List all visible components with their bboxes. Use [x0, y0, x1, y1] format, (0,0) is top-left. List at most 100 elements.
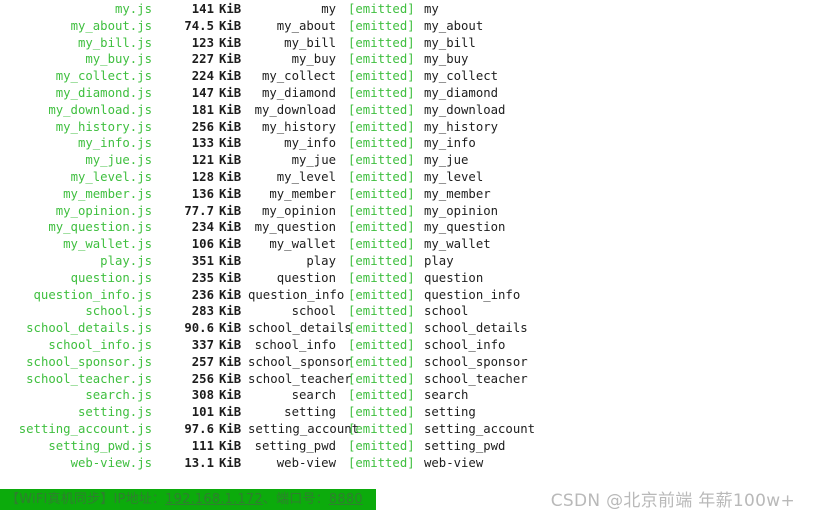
asset-file-name: school_details.js	[26, 321, 152, 336]
asset-emitted-flag: [emitted]	[348, 220, 415, 235]
asset-emitted-flag: [emitted]	[348, 203, 415, 218]
asset-emitted-flag: [emitted]	[348, 169, 415, 184]
asset-emitted-flag: [emitted]	[348, 354, 415, 369]
asset-file-name: web-view.js	[70, 455, 152, 470]
asset-chunk-names: setting	[424, 405, 476, 420]
status-bar-separator: 、端口号：	[262, 492, 329, 507]
asset-size-value: 227	[191, 52, 214, 67]
asset-file-name: question.js	[70, 270, 152, 285]
asset-size-unit: KiB	[219, 304, 242, 319]
asset-emitted-flag: [emitted]	[348, 136, 415, 151]
asset-emitted-flag: [emitted]	[348, 321, 415, 336]
asset-size-unit: KiB	[219, 203, 242, 218]
asset-row: my_member.js 136 KiB my_member [emitted] my_m…	[0, 186, 813, 203]
asset-file-name: my_diamond.js	[55, 85, 152, 100]
asset-row: my_jue.js 121 KiB my_jue [emitted] my_jue	[0, 152, 813, 169]
asset-row: school_sponsor.js 257 KiB school_sponsor[em…	[0, 354, 813, 371]
asset-file-name: school_sponsor.js	[26, 354, 152, 369]
asset-chunk-id: my_about	[276, 18, 336, 33]
asset-chunk-id: web-view	[276, 455, 336, 470]
asset-chunk-names: my_member	[424, 186, 491, 201]
asset-chunk-names: my_jue	[424, 153, 469, 168]
asset-size-value: 111	[191, 438, 214, 453]
asset-chunk-names: my_bill	[424, 35, 476, 50]
asset-size-value: 256	[191, 119, 214, 134]
asset-emitted-flag: [emitted]	[348, 455, 415, 470]
asset-size-unit: KiB	[219, 371, 242, 386]
asset-row: my_info.js 133 KiB my_info [emitted] my_info	[0, 135, 813, 152]
asset-row: school.js 283 KiB school [emitted] school	[0, 303, 813, 320]
asset-chunk-names: play	[424, 253, 454, 268]
asset-file-name: my_member.js	[63, 186, 152, 201]
asset-chunk-id: my_buy	[291, 52, 336, 67]
asset-emitted-flag: [emitted]	[348, 287, 415, 302]
asset-emitted-flag: [emitted]	[348, 85, 415, 100]
asset-row: question_info.js 236 KiB question_info [emit…	[0, 287, 813, 304]
asset-file-name: school_info.js	[48, 337, 152, 352]
asset-row: my_buy.js 227 KiB my_buy [emitted] my_buy	[0, 51, 813, 68]
asset-size-unit: KiB	[219, 253, 242, 268]
asset-chunk-id: school_details	[248, 321, 352, 336]
asset-chunk-names: my_question	[424, 220, 506, 235]
asset-size-unit: KiB	[219, 287, 242, 302]
asset-chunk-id: school_teacher	[248, 371, 352, 386]
asset-size-value: 283	[191, 304, 214, 319]
asset-file-name: setting.js	[77, 405, 152, 420]
asset-chunk-names: setting_account	[424, 421, 536, 436]
asset-row: my_level.js 128 KiB my_level [emitted] my_lev…	[0, 169, 813, 186]
asset-chunk-id: my_level	[276, 169, 336, 184]
asset-size-unit: KiB	[219, 119, 242, 134]
asset-emitted-flag: [emitted]	[348, 186, 415, 201]
asset-emitted-flag: [emitted]	[348, 405, 415, 420]
asset-size-value: 77.7	[184, 203, 214, 218]
asset-emitted-flag: [emitted]	[348, 270, 415, 285]
asset-row: setting_account.js 97.6 KiB setting_account…	[0, 421, 813, 438]
asset-chunk-names: my_download	[424, 102, 506, 117]
asset-size-unit: KiB	[219, 438, 242, 453]
asset-emitted-flag: [emitted]	[348, 69, 415, 84]
status-bar-ip: 192.168.1.172	[165, 492, 263, 507]
asset-file-name: my.js	[114, 2, 152, 16]
asset-chunk-names: my_info	[424, 136, 476, 151]
asset-chunk-id: my_download	[254, 102, 336, 117]
asset-emitted-flag: [emitted]	[348, 253, 415, 268]
asset-file-name: my_info.js	[77, 136, 152, 151]
asset-size-value: 351	[191, 253, 214, 268]
asset-emitted-flag: [emitted]	[348, 237, 415, 252]
asset-file-name: my_bill.js	[77, 35, 152, 50]
asset-row: my_bill.js 123 KiB my_bill [emitted] my_bill	[0, 35, 813, 52]
status-bar: 【WiFI真机同步】IP地址：192.168.1.172、端口号：8880	[0, 489, 376, 510]
asset-file-name: my_opinion.js	[55, 203, 152, 218]
asset-emitted-flag: [emitted]	[348, 421, 415, 436]
asset-emitted-flag: [emitted]	[348, 35, 415, 50]
asset-file-name: my_download.js	[48, 102, 152, 117]
asset-chunk-names: web-view	[424, 455, 484, 470]
asset-size-value: 235	[191, 270, 214, 285]
asset-chunk-id: school	[291, 304, 336, 319]
asset-row: my_about.js 74.5 KiB my_about [emitted] my_ab…	[0, 18, 813, 35]
asset-size-unit: KiB	[219, 136, 242, 151]
asset-chunk-id: my_bill	[284, 35, 336, 50]
asset-file-name: my_buy.js	[85, 52, 152, 67]
asset-size-unit: KiB	[219, 153, 242, 168]
asset-size-value: 133	[191, 136, 214, 151]
asset-size-value: 234	[191, 220, 214, 235]
asset-chunk-names: school_details	[424, 321, 528, 336]
asset-chunk-id: my_question	[254, 220, 336, 235]
asset-file-name: school_teacher.js	[26, 371, 152, 386]
asset-chunk-names: my_collect	[424, 69, 499, 84]
watermark: CSDN @北京前端 年薪100w+	[550, 491, 795, 511]
asset-size-unit: KiB	[219, 354, 242, 369]
asset-emitted-flag: [emitted]	[348, 388, 415, 403]
asset-chunk-names: my_about	[424, 18, 484, 33]
asset-chunk-id: my_history	[261, 119, 336, 134]
asset-size-value: 128	[191, 169, 214, 184]
asset-file-name: school.js	[85, 304, 152, 319]
asset-chunk-id: question_info	[248, 287, 345, 302]
status-bar-prefix: 【WiFI真机同步】IP地址：	[6, 492, 166, 507]
asset-chunk-id: my_wallet	[269, 237, 336, 252]
asset-size-unit: KiB	[219, 270, 242, 285]
asset-size-unit: KiB	[219, 405, 242, 420]
asset-chunk-names: question_info	[424, 287, 521, 302]
asset-emitted-flag: [emitted]	[348, 371, 415, 386]
